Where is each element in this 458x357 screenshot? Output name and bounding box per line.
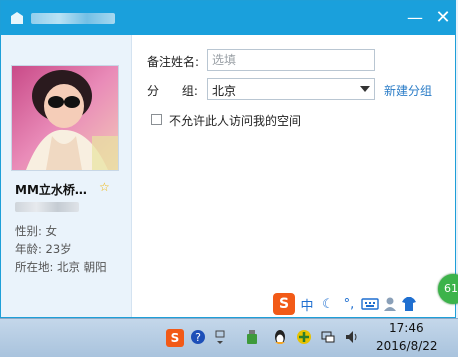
app-logo-icon bbox=[11, 12, 23, 24]
sogou-tray-icon[interactable]: S bbox=[166, 329, 184, 347]
add-friend-dialog: — ✕ MM立水桥… ☆ 性别: 女 年龄: 23岁 所在地: 北京 朝阳 备注… bbox=[0, 0, 456, 318]
clock-date[interactable]: 2016/8/22 bbox=[376, 339, 438, 353]
group-select[interactable]: 北京 bbox=[207, 78, 375, 100]
sogou-logo-icon[interactable]: S bbox=[273, 293, 295, 315]
clock-time[interactable]: 17:46 bbox=[389, 321, 424, 335]
network-icon[interactable] bbox=[320, 329, 336, 345]
new-group-link[interactable]: 新建分组 bbox=[384, 82, 432, 99]
age-info: 年龄: 23岁 bbox=[15, 242, 72, 256]
star-icon: ☆ bbox=[99, 180, 110, 194]
punctuation-toggle[interactable]: °, bbox=[340, 297, 358, 312]
ime-toolbar: S 中 ☾ °, bbox=[273, 291, 449, 317]
title-bar[interactable]: — ✕ bbox=[1, 1, 455, 35]
group-select-value: 北京 bbox=[212, 84, 237, 98]
qq-penguin-icon[interactable] bbox=[272, 329, 288, 345]
moon-icon[interactable]: ☾ bbox=[319, 297, 337, 312]
group-label: 分 组: bbox=[147, 84, 198, 98]
blurred-title bbox=[31, 13, 115, 24]
user-icon[interactable] bbox=[382, 296, 398, 312]
help-icon[interactable]: ? bbox=[190, 329, 206, 345]
location-info: 所在地: 北京 朝阳 bbox=[15, 260, 107, 274]
skin-icon[interactable] bbox=[401, 296, 417, 312]
privacy-checkbox-label[interactable]: 不允许此人访问我的空间 bbox=[169, 112, 301, 129]
taskbar: S ? 17:46 2016/8/22 bbox=[0, 318, 458, 357]
plus-icon[interactable] bbox=[296, 329, 312, 345]
gender-info: 性别: 女 bbox=[15, 224, 58, 238]
privacy-checkbox[interactable] bbox=[151, 114, 162, 125]
minimize-button[interactable]: — bbox=[405, 8, 425, 28]
remark-label: 备注姓名: bbox=[147, 55, 200, 69]
show-hidden-icons-icon[interactable] bbox=[212, 329, 228, 345]
close-button[interactable]: ✕ bbox=[433, 8, 453, 28]
ime-mode-toggle[interactable]: 中 bbox=[298, 295, 316, 314]
usb-icon[interactable] bbox=[244, 329, 260, 345]
avatar[interactable] bbox=[11, 65, 119, 171]
chevron-down-icon bbox=[360, 86, 370, 92]
svg-text:?: ? bbox=[195, 331, 201, 344]
remark-input[interactable] bbox=[207, 49, 375, 71]
keyboard-icon[interactable] bbox=[361, 297, 379, 311]
blurred-account-id bbox=[15, 202, 79, 212]
volume-icon[interactable] bbox=[344, 329, 360, 345]
profile-panel: MM立水桥… ☆ 性别: 女 年龄: 23岁 所在地: 北京 朝阳 bbox=[1, 35, 132, 317]
nickname: MM立水桥… bbox=[15, 183, 87, 197]
